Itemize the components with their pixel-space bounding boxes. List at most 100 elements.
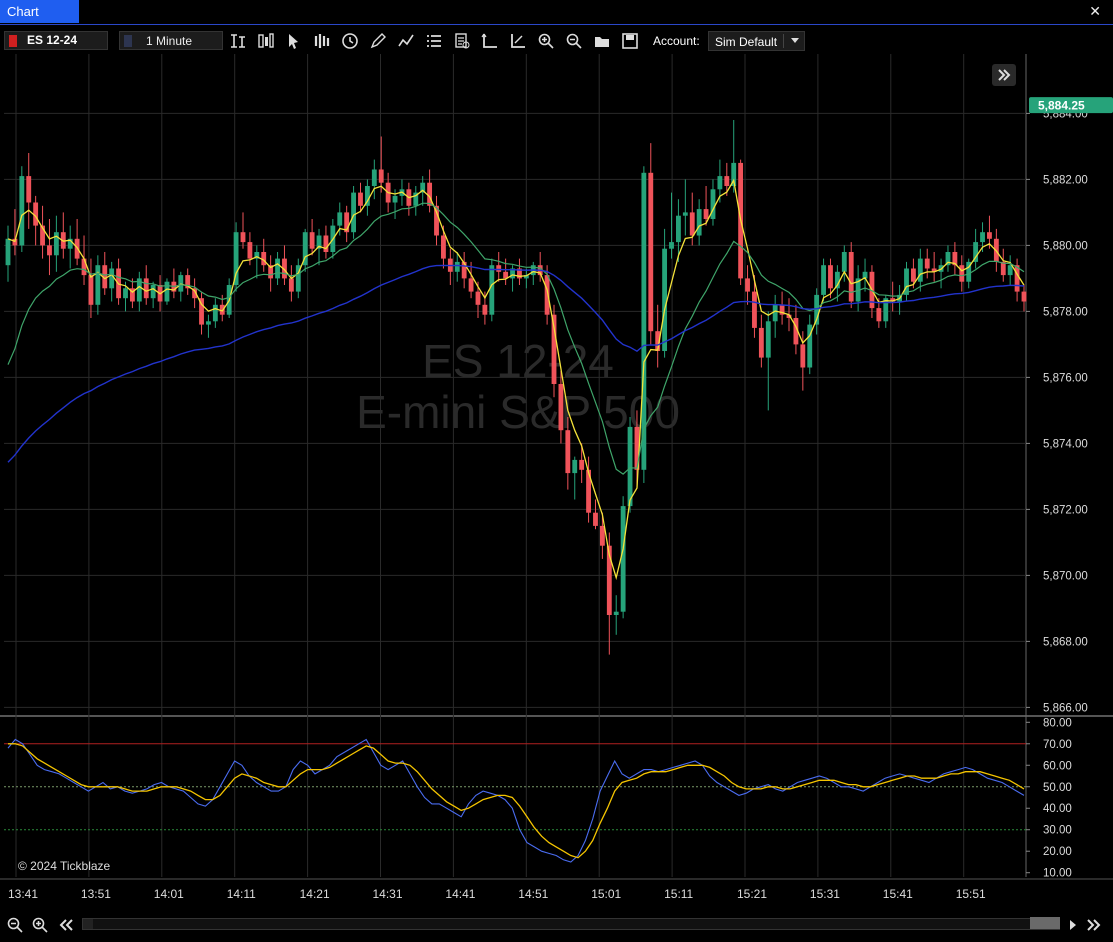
candle-body [876, 308, 882, 322]
candle-body [150, 285, 156, 299]
data-box-icon[interactable] [453, 32, 471, 50]
candle-body [482, 304, 488, 315]
chevron-down-icon[interactable] [791, 38, 799, 43]
candle-body [544, 275, 550, 315]
zoom-out-icon[interactable] [565, 32, 583, 50]
bar-type-icon[interactable] [229, 32, 247, 50]
candle-body [676, 215, 681, 243]
account-selector[interactable]: Sim Default [708, 31, 805, 51]
expand-panel-button[interactable] [992, 64, 1016, 86]
candle-body [164, 281, 170, 302]
time-tick-label: 14:11 [227, 887, 256, 901]
double-chevron-right-icon [998, 69, 1011, 81]
candle-body [841, 252, 847, 272]
time-tick-label: 14:51 [518, 887, 548, 901]
time-tick-label: 15:21 [737, 887, 767, 901]
zoom-out-icon[interactable] [6, 916, 24, 934]
price-tick-label: 5,866.00 [1043, 702, 1088, 714]
oscillator-tick-label: 10.00 [1043, 868, 1072, 880]
candle-body [828, 265, 833, 289]
candle-body [669, 242, 674, 249]
oscillator-tick-label: 40.00 [1043, 803, 1072, 815]
line-drawing-icon[interactable] [397, 32, 415, 50]
price-tick-label: 5,882.00 [1043, 174, 1088, 186]
candle-body [959, 265, 965, 282]
candle-body [689, 212, 695, 236]
candle-body [1021, 291, 1027, 302]
oscillator-tick-label: 60.00 [1043, 760, 1072, 772]
save-icon[interactable] [621, 32, 639, 50]
timeframe-selector[interactable]: 1 Minute [119, 31, 223, 50]
price-tick-label: 5,878.00 [1043, 306, 1088, 318]
candle-body [1000, 261, 1006, 276]
candle-body [682, 212, 688, 216]
time-tick-label: 13:51 [81, 887, 111, 901]
candle-body [1014, 265, 1020, 292]
candle-body [848, 252, 854, 302]
scrollbar-thumb[interactable] [1030, 917, 1060, 929]
candle-type-icon[interactable] [257, 32, 275, 50]
oscillator-tick-label: 50.00 [1043, 782, 1072, 794]
scroll-to-start-icon[interactable] [57, 916, 75, 934]
axis-icon[interactable] [481, 32, 499, 50]
candle-body [454, 261, 460, 272]
clock-icon[interactable] [341, 32, 359, 50]
account-divider [783, 34, 784, 48]
candle-body [558, 384, 564, 431]
zoom-in-icon[interactable] [31, 916, 49, 934]
oscillator-tick-label: 80.00 [1043, 717, 1072, 729]
time-tick-label: 14:31 [373, 887, 403, 901]
pencil-icon[interactable] [369, 32, 387, 50]
candle-body [904, 268, 909, 295]
timeframe-label: 1 Minute [146, 34, 193, 48]
zoom-in-icon[interactable] [537, 32, 555, 50]
candle-body [247, 242, 253, 259]
oscillator-tick-label: 70.00 [1043, 739, 1072, 751]
price-tick-label: 5,872.00 [1043, 504, 1088, 516]
candle-body [758, 327, 764, 358]
candle-body [745, 278, 750, 292]
time-tick-label: 15:01 [591, 887, 621, 901]
price-tick-label: 5,880.00 [1043, 240, 1088, 252]
price-tick-label: 5,874.00 [1043, 438, 1088, 450]
list-icon[interactable] [425, 32, 443, 50]
cursor-icon[interactable] [285, 32, 303, 50]
candle-body [662, 248, 668, 351]
time-tick-label: 15:11 [664, 887, 693, 901]
scroll-right-icon[interactable] [1064, 916, 1082, 934]
candle-body [800, 344, 806, 368]
time-tick-label: 15:41 [883, 887, 913, 901]
candle-body [980, 232, 985, 243]
candle-body [240, 232, 246, 243]
tab-chart[interactable]: Chart [0, 0, 79, 23]
chart-area[interactable]: 13:41 13:51 14:01 14:11 14:21 14:31 14:41 14:51… [0, 54, 1113, 912]
candle-body [378, 169, 384, 183]
candle-body [88, 275, 94, 305]
scroll-to-end-icon[interactable] [1085, 916, 1103, 934]
bars-icon[interactable] [313, 32, 331, 50]
candle-body [143, 278, 149, 299]
price-tick-label: 5,876.00 [1043, 372, 1088, 384]
candle-body [309, 232, 315, 249]
horizontal-scrollbar[interactable] [82, 918, 1060, 930]
candle-body [710, 189, 716, 219]
candle-body [337, 212, 343, 226]
candle-body [717, 176, 723, 190]
symbol-selector[interactable]: ES 12-24 [4, 31, 108, 50]
axis-alt-icon[interactable] [509, 32, 527, 50]
candle-body [233, 232, 239, 285]
folder-icon[interactable] [593, 32, 611, 50]
candle-body [917, 258, 923, 282]
watermark-symbol: ES 12-24 [422, 335, 614, 387]
candle-body [358, 192, 363, 206]
candle-body [696, 209, 702, 236]
candle-body [178, 275, 184, 292]
candle-body [496, 265, 502, 272]
candle-body [599, 525, 605, 546]
time-tick-label: 14:41 [445, 887, 475, 901]
close-icon[interactable]: ✕ [1089, 3, 1101, 19]
candle-body [109, 268, 115, 289]
scroll-left-arrow-icon[interactable] [83, 919, 93, 929]
candle-body [821, 265, 826, 295]
candle-body [1007, 265, 1013, 276]
